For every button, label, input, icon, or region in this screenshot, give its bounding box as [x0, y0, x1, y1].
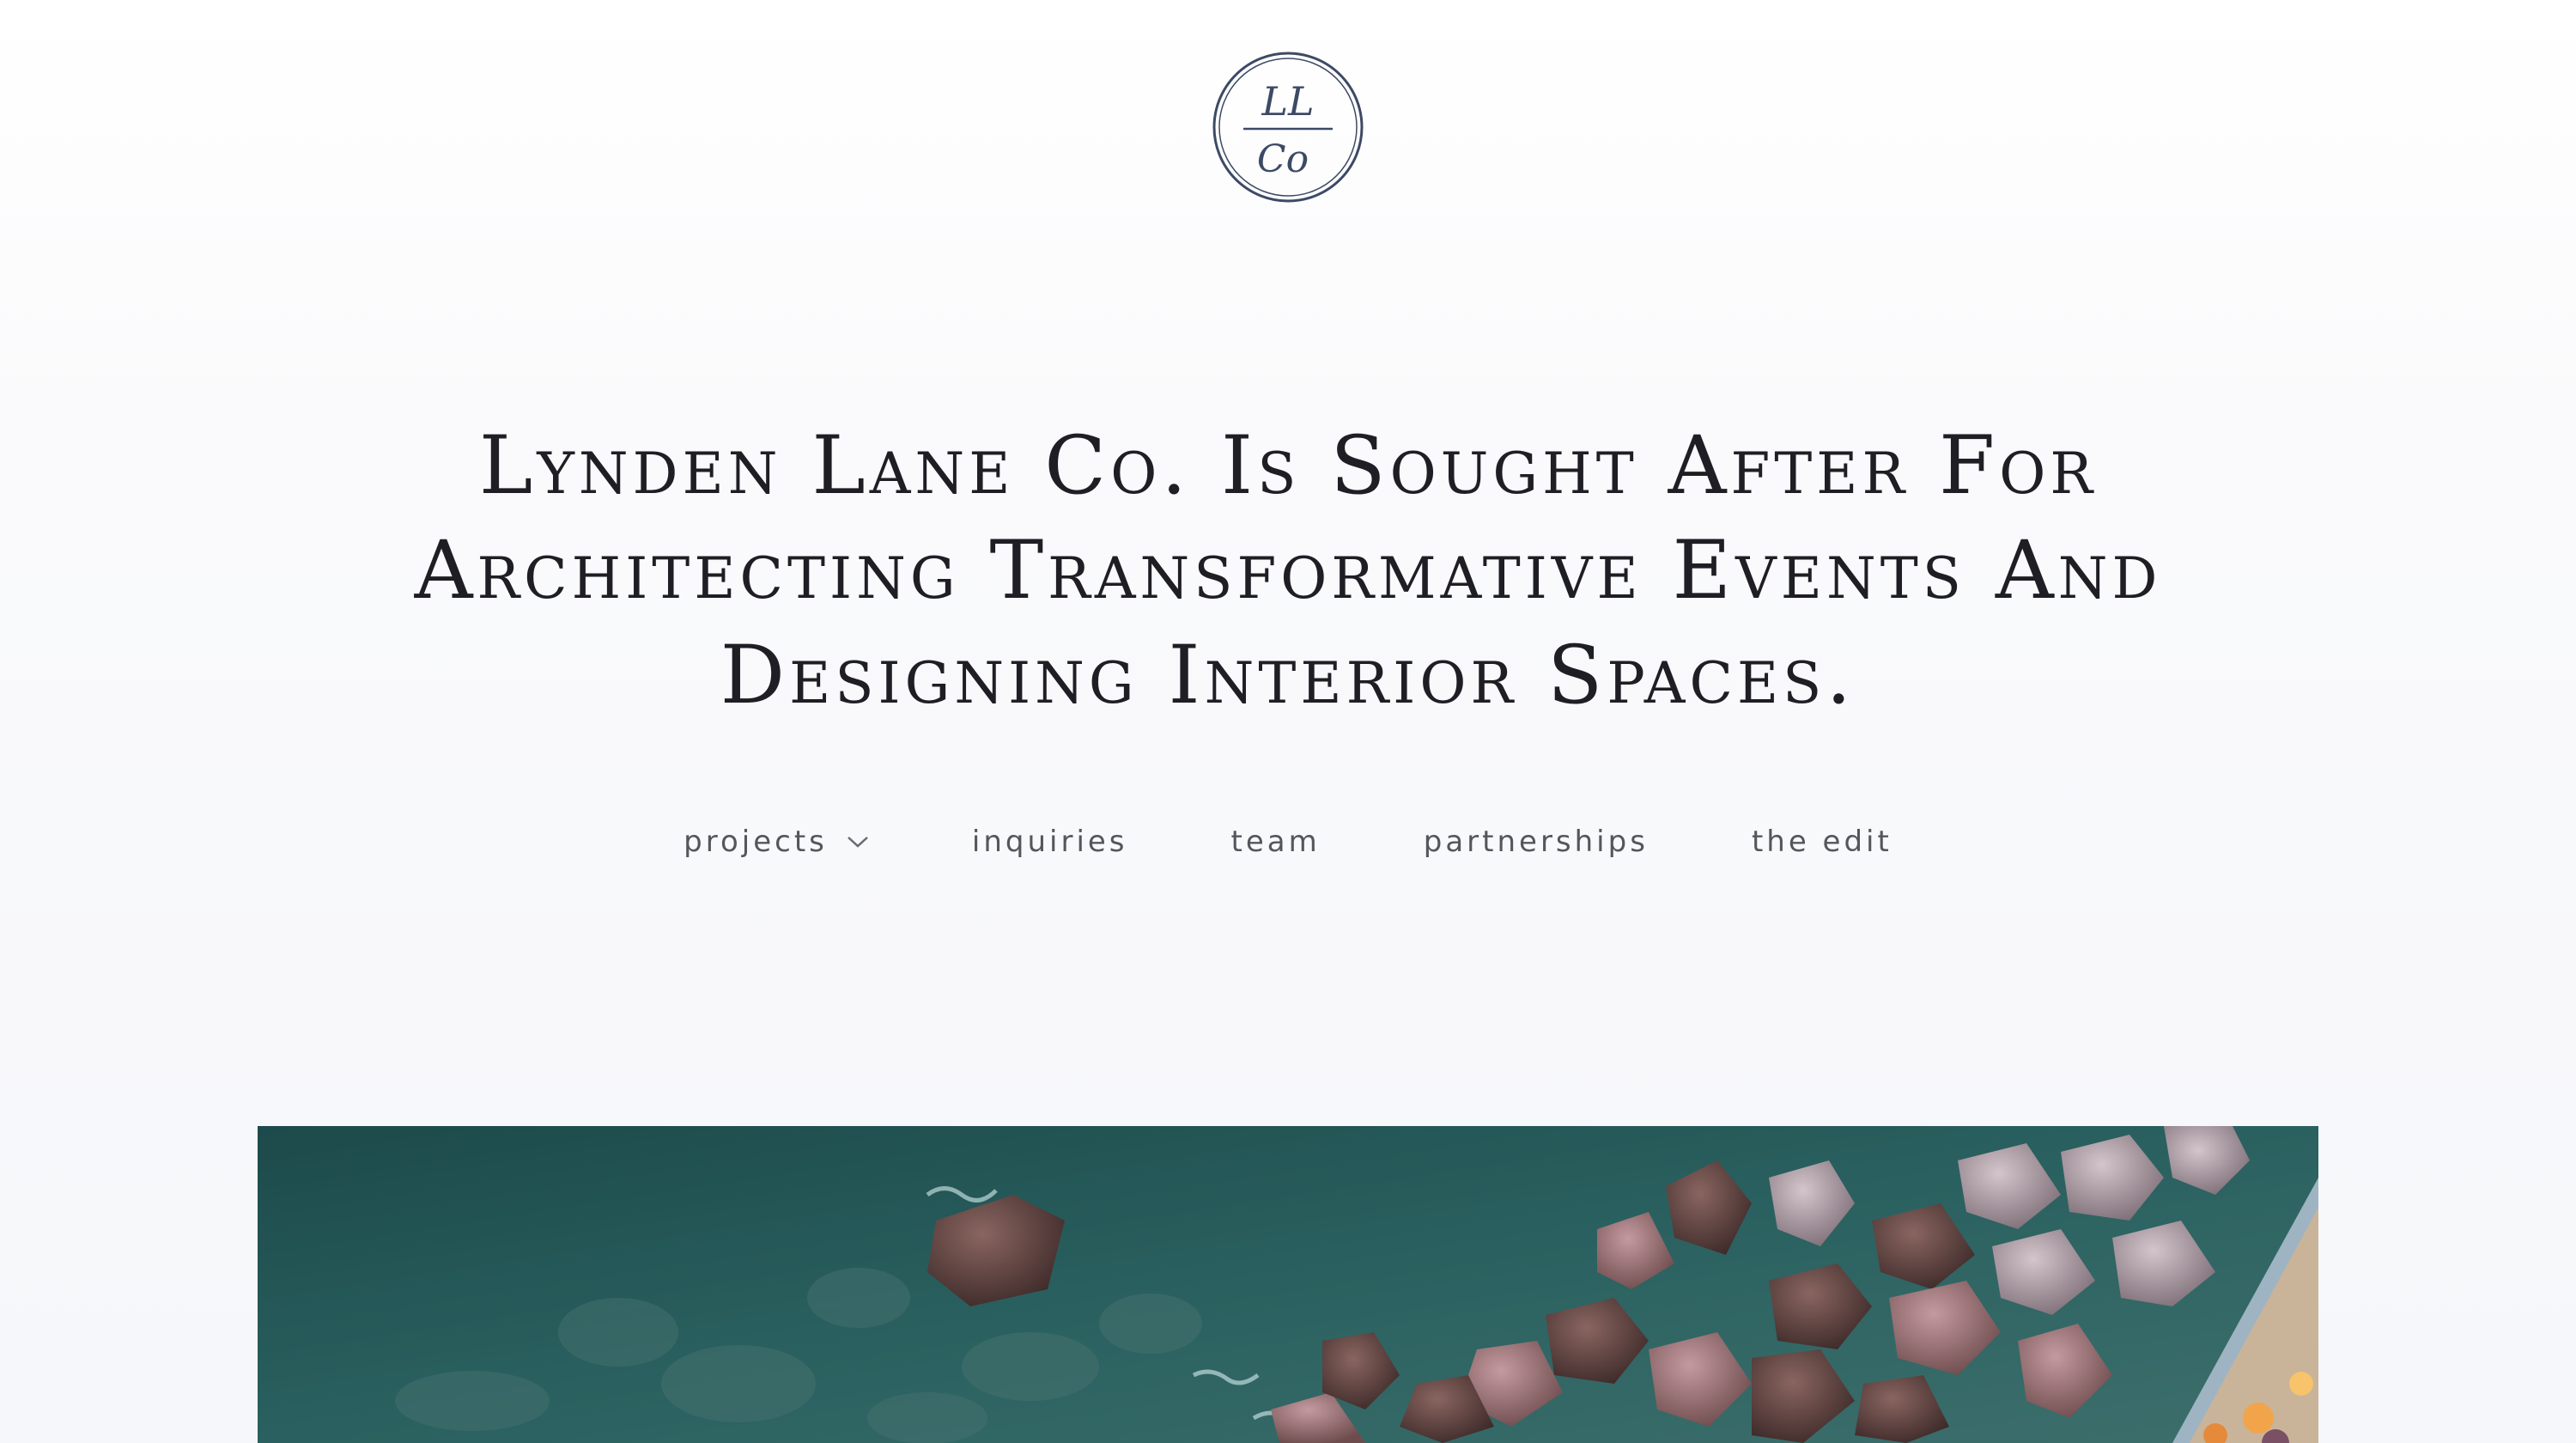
hero-aerial-coast-illustration [258, 1126, 2318, 1443]
nav-item-projects-label: projects [683, 825, 828, 859]
nav-item-the-edit[interactable]: the edit [1752, 825, 1893, 859]
page-headline: Lynden Lane Co. Is Sought After For Arch… [414, 419, 2162, 722]
nav-item-inquiries[interactable]: inquiries [972, 825, 1128, 859]
nav-item-partnerships[interactable]: partnerships [1424, 825, 1649, 859]
brand-logo[interactable]: LL Co [1211, 50, 1365, 204]
hero-image [258, 1126, 2318, 1443]
nav-item-projects[interactable]: projects [683, 825, 869, 859]
nav-item-the-edit-label: the edit [1751, 825, 1893, 859]
logo-monogram-bottom: Co [1257, 137, 1309, 181]
nav-item-team-label: team [1230, 825, 1321, 859]
nav-item-partnerships-label: partnerships [1423, 825, 1649, 859]
main-nav: projects inquiries team partnerships the… [0, 825, 2576, 859]
nav-item-inquiries-label: inquiries [971, 825, 1128, 859]
logo-monogram-top: LL [1261, 78, 1314, 125]
nav-item-team[interactable]: team [1231, 825, 1321, 859]
page: LL Co Lynden Lane Co. Is Sought After Fo… [0, 0, 2576, 1443]
chevron-down-icon [848, 837, 868, 848]
